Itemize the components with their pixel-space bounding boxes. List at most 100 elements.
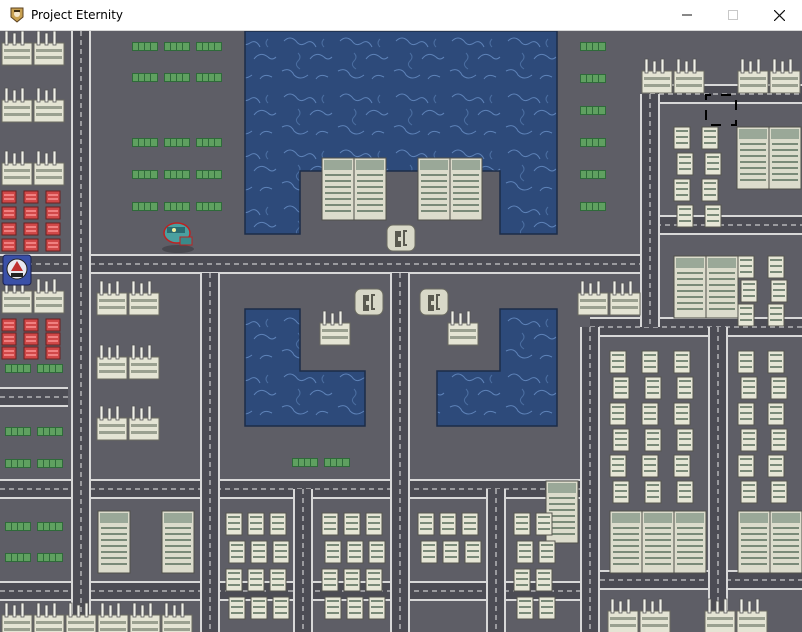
hedge (132, 170, 158, 179)
residential-building (324, 540, 342, 564)
residential-building (770, 480, 788, 504)
residential-building (612, 428, 630, 452)
red-warehouse (1, 332, 17, 346)
window-title: Project Eternity (31, 8, 124, 22)
residential-building (247, 568, 265, 592)
office-tower (97, 510, 131, 574)
residential-building (535, 512, 553, 536)
maximize-icon (728, 10, 738, 20)
residential-building (767, 255, 785, 279)
residential-building (461, 512, 479, 536)
red-warehouse (45, 238, 61, 252)
hedge (580, 138, 606, 147)
red-warehouse (45, 332, 61, 346)
hedge (580, 170, 606, 179)
red-warehouse (23, 346, 39, 360)
residential-building (676, 204, 694, 228)
office-tower (737, 510, 771, 574)
project-eternity-icon (10, 7, 24, 23)
residential-building (612, 376, 630, 400)
title-bar: Project Eternity (0, 0, 802, 31)
red-warehouse (23, 318, 39, 332)
residential-building (272, 596, 290, 620)
office-tower (321, 157, 355, 221)
red-warehouse (1, 238, 17, 252)
maximize-button[interactable] (710, 0, 756, 30)
residential-building (740, 480, 758, 504)
red-warehouse (1, 222, 17, 236)
minimize-button[interactable] (664, 0, 710, 30)
residential-building (324, 596, 342, 620)
residential-building (464, 540, 482, 564)
hedge (580, 202, 606, 211)
residential-building (609, 454, 627, 478)
residential-building (641, 454, 659, 478)
residential-building (535, 568, 553, 592)
residential-building (368, 596, 386, 620)
residential-building (609, 350, 627, 374)
red-warehouse (23, 206, 39, 220)
office-tower (641, 510, 675, 574)
hedge (5, 459, 31, 468)
red-warehouse (23, 190, 39, 204)
residential-building (247, 512, 265, 536)
hedge (164, 73, 190, 82)
hedge (5, 427, 31, 436)
residential-building (228, 540, 246, 564)
hedge (580, 106, 606, 115)
residential-building (644, 480, 662, 504)
office-tower (449, 157, 483, 221)
residential-building (343, 512, 361, 536)
residential-building (538, 540, 556, 564)
hedge (196, 73, 222, 82)
hedge (132, 202, 158, 211)
residential-building (420, 540, 438, 564)
residential-building (609, 402, 627, 426)
residential-building (250, 540, 268, 564)
residential-building (417, 512, 435, 536)
hedge (37, 459, 63, 468)
residential-building (442, 540, 460, 564)
residential-building (740, 376, 758, 400)
residential-building (228, 596, 246, 620)
red-warehouse (45, 222, 61, 236)
residential-building (770, 279, 788, 303)
hedge (5, 364, 31, 373)
office-tower (609, 510, 643, 574)
hedge (164, 138, 190, 147)
unit-eye (172, 228, 176, 232)
office-tower (736, 126, 770, 190)
red-warehouse (1, 346, 17, 360)
residential-building (676, 376, 694, 400)
hedge (132, 73, 158, 82)
residential-building (343, 568, 361, 592)
residential-building (673, 178, 691, 202)
hedge (164, 202, 190, 211)
red-warehouse (45, 206, 61, 220)
office-tower (673, 255, 707, 319)
game-map-viewport[interactable] (0, 31, 802, 632)
hedge (196, 42, 222, 51)
residential-building (767, 350, 785, 374)
red-warehouse (23, 332, 39, 346)
unit-arm (179, 236, 193, 246)
hedge (292, 458, 318, 467)
residential-building (676, 152, 694, 176)
residential-building (770, 376, 788, 400)
robot-pilot-character[interactable] (2, 254, 32, 286)
residential-building (250, 596, 268, 620)
residential-building (701, 178, 719, 202)
residential-building (704, 204, 722, 228)
hedge (196, 170, 222, 179)
residential-building (673, 402, 691, 426)
residential-building (673, 126, 691, 150)
hedge (196, 202, 222, 211)
residential-building (737, 255, 755, 279)
residential-building (269, 512, 287, 536)
minimize-icon (682, 14, 692, 16)
close-button[interactable] (756, 0, 802, 30)
city-map[interactable] (0, 31, 802, 632)
residential-building (701, 126, 719, 150)
residential-building (737, 454, 755, 478)
unit-shadow (162, 245, 194, 253)
